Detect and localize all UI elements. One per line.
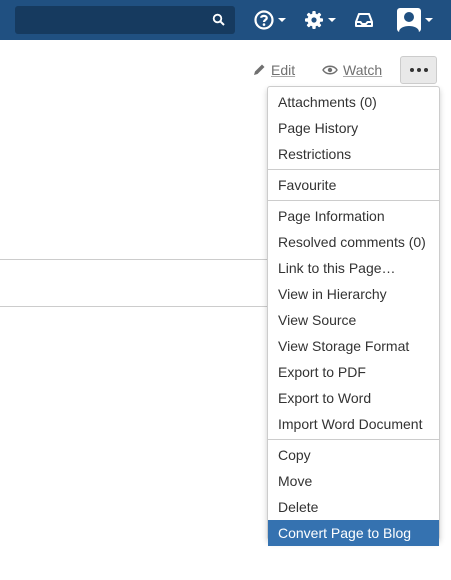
menu-item-restrictions[interactable]: Restrictions xyxy=(268,141,439,167)
menu-group: Copy Move Delete Convert Page to Blog xyxy=(268,440,439,548)
menu-item-export-to-pdf[interactable]: Export to PDF xyxy=(268,359,439,385)
chevron-down-icon xyxy=(278,18,286,22)
inbox-icon xyxy=(355,13,373,27)
menu-item-attachments-0[interactable]: Attachments (0) xyxy=(268,89,439,115)
menu-item-page-information[interactable]: Page Information xyxy=(268,203,439,229)
menu-item-view-storage-format[interactable]: View Storage Format xyxy=(268,333,439,359)
menu-group: Attachments (0) Page History Restrictions xyxy=(268,89,439,170)
pencil-icon xyxy=(254,64,265,75)
avatar xyxy=(397,8,421,32)
top-navigation-bar xyxy=(0,0,451,40)
menu-item-page-history[interactable]: Page History xyxy=(268,115,439,141)
menu-item-link-to-this-page[interactable]: Link to this Page… xyxy=(268,255,439,281)
menu-item-view-source[interactable]: View Source xyxy=(268,307,439,333)
menu-item-move[interactable]: Move xyxy=(268,468,439,494)
menu-item-favourite[interactable]: Favourite xyxy=(268,172,439,198)
settings-menu-button[interactable] xyxy=(304,6,336,34)
more-actions-menu: Attachments (0) Page History Restrictions F… xyxy=(267,86,440,546)
notifications-button[interactable] xyxy=(354,6,374,34)
page-actions-bar: Edit Watch xyxy=(0,56,451,86)
user-icon xyxy=(399,12,419,32)
search-icon xyxy=(212,13,225,26)
menu-group: Favourite xyxy=(268,170,439,201)
chevron-down-icon xyxy=(328,18,336,22)
chevron-down-icon xyxy=(425,18,433,22)
watch-button[interactable]: Watch xyxy=(322,56,382,84)
content-divider xyxy=(0,259,268,260)
content-divider xyxy=(0,306,268,307)
more-actions-button[interactable] xyxy=(400,56,437,84)
edit-label: Edit xyxy=(271,62,296,78)
menu-group: Page Information Resolved comments (0) Lin… xyxy=(268,201,439,440)
ellipsis-icon xyxy=(409,68,414,72)
user-profile-button[interactable] xyxy=(397,6,433,34)
edit-button[interactable]: Edit xyxy=(252,56,295,84)
menu-item-view-in-hierarchy[interactable]: View in Hierarchy xyxy=(268,281,439,307)
menu-item-export-to-word[interactable]: Export to Word xyxy=(268,385,439,411)
eye-icon xyxy=(322,65,338,75)
menu-item-delete[interactable]: Delete xyxy=(268,494,439,520)
search-input[interactable] xyxy=(15,6,235,34)
menu-item-copy[interactable]: Copy xyxy=(268,442,439,468)
menu-item-convert-page-to-blog[interactable]: Convert Page to Blog xyxy=(268,520,439,546)
menu-item-import-word-document[interactable]: Import Word Document xyxy=(268,411,439,437)
help-icon xyxy=(254,10,274,30)
watch-label: Watch xyxy=(343,62,383,78)
gear-icon xyxy=(305,11,323,29)
menu-item-resolved-comments-0[interactable]: Resolved comments (0) xyxy=(268,229,439,255)
help-menu-button[interactable] xyxy=(254,6,286,34)
